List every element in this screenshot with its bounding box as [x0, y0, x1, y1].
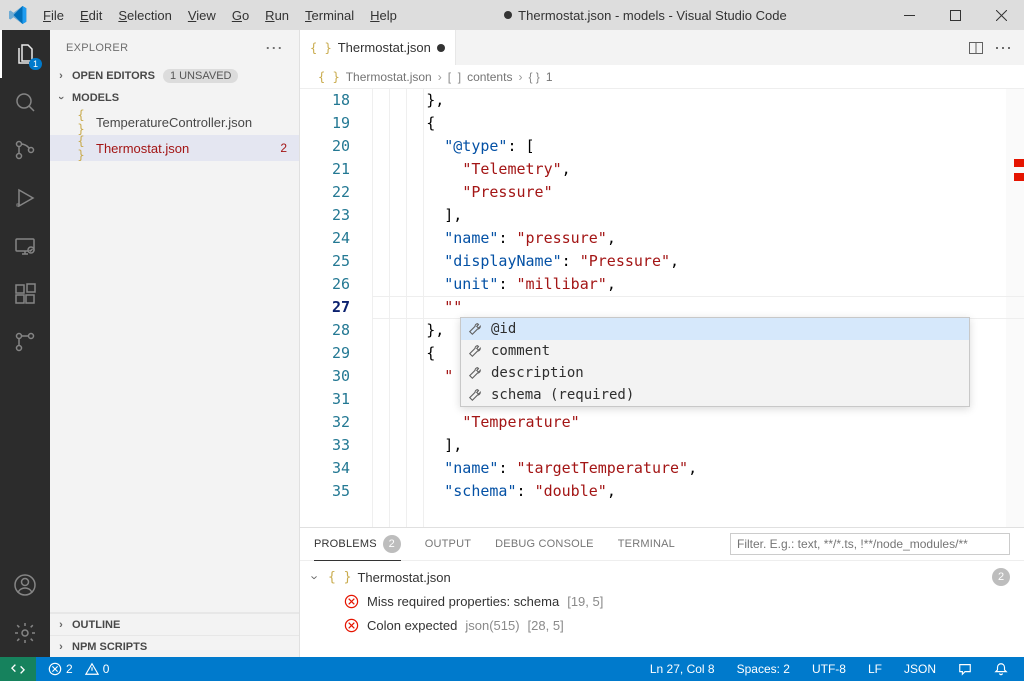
code-editor[interactable]: 181920212223242526272829303132333435 }, … — [300, 89, 1024, 527]
chevron-right-icon: › — [54, 641, 68, 653]
error-icon — [344, 594, 359, 609]
editor-more-icon[interactable]: ⋯ — [994, 43, 1012, 53]
panel-tab-output[interactable]: OUTPUT — [425, 538, 471, 550]
chevron-right-icon: › — [54, 70, 68, 82]
intellisense-popup[interactable]: @idcommentdescriptionschema (required) — [460, 317, 970, 407]
menu-view[interactable]: View — [180, 0, 224, 30]
error-icon — [344, 618, 359, 633]
status-warnings[interactable]: 0 — [81, 662, 114, 676]
activity-bar: 1 — [0, 30, 50, 657]
problems-filter-input[interactable] — [730, 533, 1010, 555]
unsaved-badge: 1 UNSAVED — [163, 69, 239, 83]
json-file-icon: { } — [72, 134, 90, 162]
activity-extensions-icon[interactable] — [0, 270, 50, 318]
suggest-item[interactable]: comment — [461, 340, 969, 362]
sidebar-more-icon[interactable]: ⋯ — [265, 43, 283, 53]
menu-go[interactable]: Go — [224, 0, 257, 30]
chevron-right-icon: › — [54, 619, 68, 631]
status-ln-col[interactable]: Ln 27, Col 8 — [646, 662, 719, 676]
json-file-icon: { } — [328, 570, 351, 585]
status-feedback-icon[interactable] — [954, 662, 976, 676]
activity-settings-icon[interactable] — [0, 609, 50, 657]
object-icon: { } — [528, 70, 539, 84]
sidebar-explorer: EXPLORER ⋯ › OPEN EDITORS 1 UNSAVED › MO… — [50, 30, 300, 657]
status-spaces[interactable]: Spaces: 2 — [733, 662, 794, 676]
problems-count-badge: 2 — [383, 535, 401, 553]
activity-remote-icon[interactable] — [0, 222, 50, 270]
json-file-icon: { } — [318, 70, 340, 84]
models-header[interactable]: › MODELS — [50, 87, 299, 109]
file-item[interactable]: { }Thermostat.json2 — [50, 135, 299, 161]
activity-explorer-icon[interactable]: 1 — [0, 30, 50, 78]
tab-thermostat[interactable]: { } Thermostat.json — [300, 30, 456, 65]
npm-scripts-header[interactable]: › NPM SCRIPTS — [50, 635, 299, 657]
array-icon: [ ] — [448, 70, 461, 84]
panel-tab-problems[interactable]: PROBLEMS 2 — [314, 528, 401, 561]
suggest-item[interactable]: schema (required) — [461, 384, 969, 406]
file-error-count-badge: 2 — [992, 568, 1010, 586]
bottom-panel: PROBLEMS 2 OUTPUT DEBUG CONSOLE TERMINAL… — [300, 527, 1024, 657]
panel-tab-terminal[interactable]: TERMINAL — [618, 538, 675, 550]
unsaved-dot-icon — [437, 44, 445, 52]
editor-tabs: { } Thermostat.json ⋯ — [300, 30, 1024, 65]
suggest-item[interactable]: @id — [461, 318, 969, 340]
wrench-icon — [467, 344, 483, 358]
editor-area: { } Thermostat.json ⋯ { } Thermostat.jso… — [300, 30, 1024, 657]
wrench-icon — [467, 388, 483, 402]
status-eol[interactable]: LF — [864, 662, 886, 676]
activity-debug-icon[interactable] — [0, 174, 50, 222]
explorer-badge: 1 — [29, 58, 42, 70]
problem-file-row[interactable]: › { } Thermostat.json 2 — [308, 565, 1016, 589]
panel-tab-debug[interactable]: DEBUG CONSOLE — [495, 538, 594, 550]
suggest-item[interactable]: description — [461, 362, 969, 384]
window-minimize-button[interactable] — [886, 0, 932, 30]
menu-selection[interactable]: Selection — [110, 0, 179, 30]
window-maximize-button[interactable] — [932, 0, 978, 30]
wrench-icon — [467, 322, 483, 336]
split-editor-icon[interactable] — [968, 40, 984, 56]
window-close-button[interactable] — [978, 0, 1024, 30]
activity-account-icon[interactable] — [0, 561, 50, 609]
problem-item[interactable]: Colon expectedjson(515)[28, 5] — [308, 613, 1016, 637]
problem-item[interactable]: Miss required properties: schema[19, 5] — [308, 589, 1016, 613]
menu-edit[interactable]: Edit — [72, 0, 110, 30]
chevron-down-icon: › — [55, 91, 67, 105]
activity-custom-icon[interactable] — [0, 318, 50, 366]
activity-search-icon[interactable] — [0, 78, 50, 126]
menu-run[interactable]: Run — [257, 0, 297, 30]
status-errors[interactable]: 2 — [44, 662, 77, 676]
open-editors-header[interactable]: › OPEN EDITORS 1 UNSAVED — [50, 65, 299, 87]
breadcrumb[interactable]: { } Thermostat.json › [ ] contents › { }… — [300, 65, 1024, 89]
menu-terminal[interactable]: Terminal — [297, 0, 362, 30]
sidebar-title: EXPLORER — [66, 42, 128, 54]
status-lang[interactable]: JSON — [900, 662, 940, 676]
status-bell-icon[interactable] — [990, 662, 1012, 676]
activity-scm-icon[interactable] — [0, 126, 50, 174]
json-file-icon: { } — [310, 41, 332, 55]
chevron-down-icon: › — [308, 570, 323, 584]
menu-file[interactable]: File — [35, 0, 72, 30]
vscode-logo-icon — [0, 6, 35, 24]
status-bar: 2 0 Ln 27, Col 8 Spaces: 2 UTF-8 LF JSON — [0, 657, 1024, 681]
title-bar: File Edit Selection View Go Run Terminal… — [0, 0, 1024, 30]
window-title: Thermostat.json - models - Visual Studio… — [405, 8, 886, 23]
wrench-icon — [467, 366, 483, 380]
json-file-icon: { } — [72, 108, 90, 136]
menu-help[interactable]: Help — [362, 0, 405, 30]
tab-label: Thermostat.json — [338, 40, 431, 55]
file-error-count: 2 — [280, 141, 287, 155]
unsaved-dot-icon — [504, 11, 512, 19]
menu-bar: File Edit Selection View Go Run Terminal… — [35, 0, 405, 30]
file-item[interactable]: { }TemperatureController.json — [50, 109, 299, 135]
status-encoding[interactable]: UTF-8 — [808, 662, 850, 676]
remote-indicator-icon[interactable] — [0, 657, 36, 681]
outline-header[interactable]: › OUTLINE — [50, 613, 299, 635]
